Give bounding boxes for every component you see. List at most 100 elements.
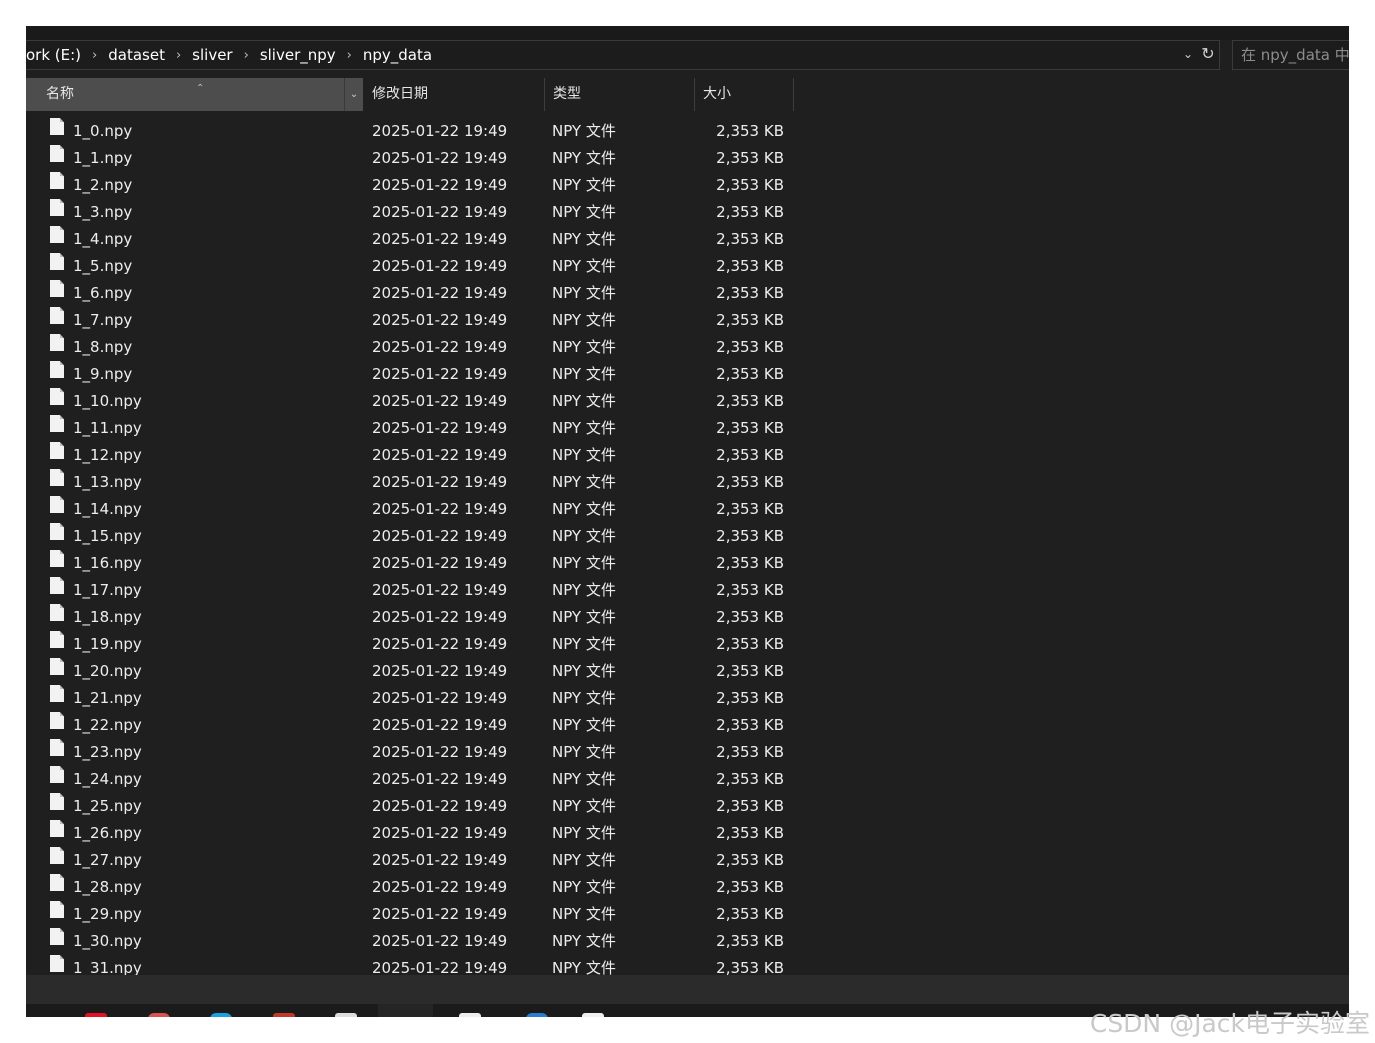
file-row[interactable]: 1_20.npy 2025-01-22 19:49 NPY 文件 2,353 KB (26, 658, 796, 685)
file-row[interactable]: 1_6.npy 2025-01-22 19:49 NPY 文件 2,353 KB (26, 280, 796, 307)
column-header-date[interactable]: 修改日期 (364, 78, 544, 111)
column-header-name[interactable]: 名称 ⌃ (26, 78, 344, 111)
file-type: NPY 文件 (552, 500, 616, 518)
chevron-right-icon[interactable]: › (340, 48, 359, 63)
file-date: 2025-01-22 19:49 (372, 311, 508, 329)
file-row[interactable]: 1_14.npy 2025-01-22 19:49 NPY 文件 2,353 KB (26, 496, 796, 523)
file-row[interactable]: 1_3.npy 2025-01-22 19:49 NPY 文件 2,353 KB (26, 199, 796, 226)
column-header-size[interactable]: 大小 (694, 78, 794, 111)
search-box[interactable] (1232, 40, 1349, 70)
file-size: 2,353 KB (716, 635, 784, 653)
file-type: NPY 文件 (552, 878, 616, 896)
file-name: 1_3.npy (73, 203, 133, 221)
file-size: 2,353 KB (716, 257, 784, 275)
app-icon[interactable] (582, 1013, 604, 1017)
file-date: 2025-01-22 19:49 (372, 527, 508, 545)
file-size: 2,353 KB (716, 608, 784, 626)
file-date: 2025-01-22 19:49 (372, 662, 508, 680)
file-date: 2025-01-22 19:49 (372, 932, 508, 950)
file-size: 2,353 KB (716, 554, 784, 572)
file-type: NPY 文件 (552, 473, 616, 491)
file-row[interactable]: 1_8.npy 2025-01-22 19:49 NPY 文件 2,353 KB (26, 334, 796, 361)
file-date: 2025-01-22 19:49 (372, 608, 508, 626)
file-row[interactable]: 1_11.npy 2025-01-22 19:49 NPY 文件 2,353 KB (26, 415, 796, 442)
file-row[interactable]: 1_7.npy 2025-01-22 19:49 NPY 文件 2,353 KB (26, 307, 796, 334)
breadcrumb-sliver[interactable]: sliver (188, 46, 236, 64)
file-type: NPY 文件 (552, 905, 616, 923)
breadcrumb-npy-data[interactable]: npy_data (359, 46, 436, 64)
file-name: 1_16.npy (73, 554, 142, 572)
file-row[interactable]: 1_21.npy 2025-01-22 19:49 NPY 文件 2,353 KB (26, 685, 796, 712)
file-row[interactable]: 1_18.npy 2025-01-22 19:49 NPY 文件 2,353 KB (26, 604, 796, 631)
file-row[interactable]: 1_10.npy 2025-01-22 19:49 NPY 文件 2,353 KB (26, 388, 796, 415)
file-row[interactable]: 1_30.npy 2025-01-22 19:49 NPY 文件 2,353 KB (26, 928, 796, 955)
file-size: 2,353 KB (716, 176, 784, 194)
file-row[interactable]: 1_4.npy 2025-01-22 19:49 NPY 文件 2,353 KB (26, 226, 796, 253)
breadcrumb-dataset[interactable]: dataset (104, 46, 169, 64)
file-row[interactable]: 1_29.npy 2025-01-22 19:49 NPY 文件 2,353 KB (26, 901, 796, 928)
column-header-type[interactable]: 类型 (544, 78, 694, 111)
file-type: NPY 文件 (552, 662, 616, 680)
file-icon (50, 253, 64, 270)
file-row[interactable]: 1_15.npy 2025-01-22 19:49 NPY 文件 2,353 KB (26, 523, 796, 550)
chevron-right-icon[interactable]: › (237, 48, 256, 63)
file-date: 2025-01-22 19:49 (372, 878, 508, 896)
file-size: 2,353 KB (716, 392, 784, 410)
file-size: 2,353 KB (716, 851, 784, 869)
app-icon[interactable] (335, 1013, 357, 1017)
file-row[interactable]: 1_9.npy 2025-01-22 19:49 NPY 文件 2,353 KB (26, 361, 796, 388)
file-name: 1_22.npy (73, 716, 142, 734)
refresh-icon[interactable]: ↻ (1199, 45, 1217, 63)
address-bar[interactable]: ork (E:) › dataset › sliver › sliver_npy… (26, 40, 1220, 70)
file-row[interactable]: 1_16.npy 2025-01-22 19:49 NPY 文件 2,353 KB (26, 550, 796, 577)
file-row[interactable]: 1_12.npy 2025-01-22 19:49 NPY 文件 2,353 KB (26, 442, 796, 469)
file-size: 2,353 KB (716, 122, 784, 140)
file-type: NPY 文件 (552, 797, 616, 815)
file-size: 2,353 KB (716, 311, 784, 329)
file-row[interactable]: 1_28.npy 2025-01-22 19:49 NPY 文件 2,353 KB (26, 874, 796, 901)
file-row[interactable]: 1_19.npy 2025-01-22 19:49 NPY 文件 2,353 KB (26, 631, 796, 658)
chevron-right-icon[interactable]: › (169, 48, 188, 63)
file-row[interactable]: 1_5.npy 2025-01-22 19:49 NPY 文件 2,353 KB (26, 253, 796, 280)
file-type: NPY 文件 (552, 527, 616, 545)
app-icon[interactable] (85, 1013, 107, 1017)
file-size: 2,353 KB (716, 500, 784, 518)
chevron-down-icon[interactable]: ⌄ (1181, 47, 1195, 61)
file-row[interactable]: 1_2.npy 2025-01-22 19:49 NPY 文件 2,353 KB (26, 172, 796, 199)
search-input[interactable] (1233, 41, 1349, 69)
file-row[interactable]: 1_27.npy 2025-01-22 19:49 NPY 文件 2,353 KB (26, 847, 796, 874)
file-name: 1_14.npy (73, 500, 142, 518)
file-type: NPY 文件 (552, 770, 616, 788)
file-row[interactable]: 1_22.npy 2025-01-22 19:49 NPY 文件 2,353 KB (26, 712, 796, 739)
file-icon (50, 577, 64, 594)
app-icon[interactable] (148, 1013, 170, 1017)
file-size: 2,353 KB (716, 230, 784, 248)
app-icon[interactable] (526, 1013, 548, 1017)
file-icon (50, 307, 64, 324)
file-row[interactable]: 1_23.npy 2025-01-22 19:49 NPY 文件 2,353 KB (26, 739, 796, 766)
file-date: 2025-01-22 19:49 (372, 176, 508, 194)
file-row[interactable]: 1_13.npy 2025-01-22 19:49 NPY 文件 2,353 KB (26, 469, 796, 496)
file-row[interactable]: 1_1.npy 2025-01-22 19:49 NPY 文件 2,353 KB (26, 145, 796, 172)
file-row[interactable]: 1_17.npy 2025-01-22 19:49 NPY 文件 2,353 KB (26, 577, 796, 604)
file-date: 2025-01-22 19:49 (372, 743, 508, 761)
file-row[interactable]: 1_25.npy 2025-01-22 19:49 NPY 文件 2,353 KB (26, 793, 796, 820)
file-row[interactable]: 1_24.npy 2025-01-22 19:49 NPY 文件 2,353 KB (26, 766, 796, 793)
file-icon (50, 550, 64, 567)
app-icon[interactable] (210, 1013, 232, 1017)
breadcrumb-sliver-npy[interactable]: sliver_npy (256, 46, 340, 64)
file-row[interactable]: 1_26.npy 2025-01-22 19:49 NPY 文件 2,353 KB (26, 820, 796, 847)
breadcrumb-drive[interactable]: ork (E:) (26, 46, 85, 64)
file-icon (50, 955, 64, 972)
app-icon[interactable] (459, 1013, 481, 1017)
column-filter-dropdown-icon[interactable]: ⌄ (344, 78, 363, 111)
file-row[interactable]: 1_0.npy 2025-01-22 19:49 NPY 文件 2,353 KB (26, 118, 796, 145)
file-name: 1_18.npy (73, 608, 142, 626)
file-name: 1_7.npy (73, 311, 133, 329)
file-date: 2025-01-22 19:49 (372, 365, 508, 383)
app-icon[interactable] (273, 1013, 295, 1017)
column-header-row: 名称 ⌃ ⌄ 修改日期 类型 大小 (26, 78, 796, 111)
file-type: NPY 文件 (552, 122, 616, 140)
chevron-right-icon[interactable]: › (85, 48, 104, 63)
file-name: 1_15.npy (73, 527, 142, 545)
